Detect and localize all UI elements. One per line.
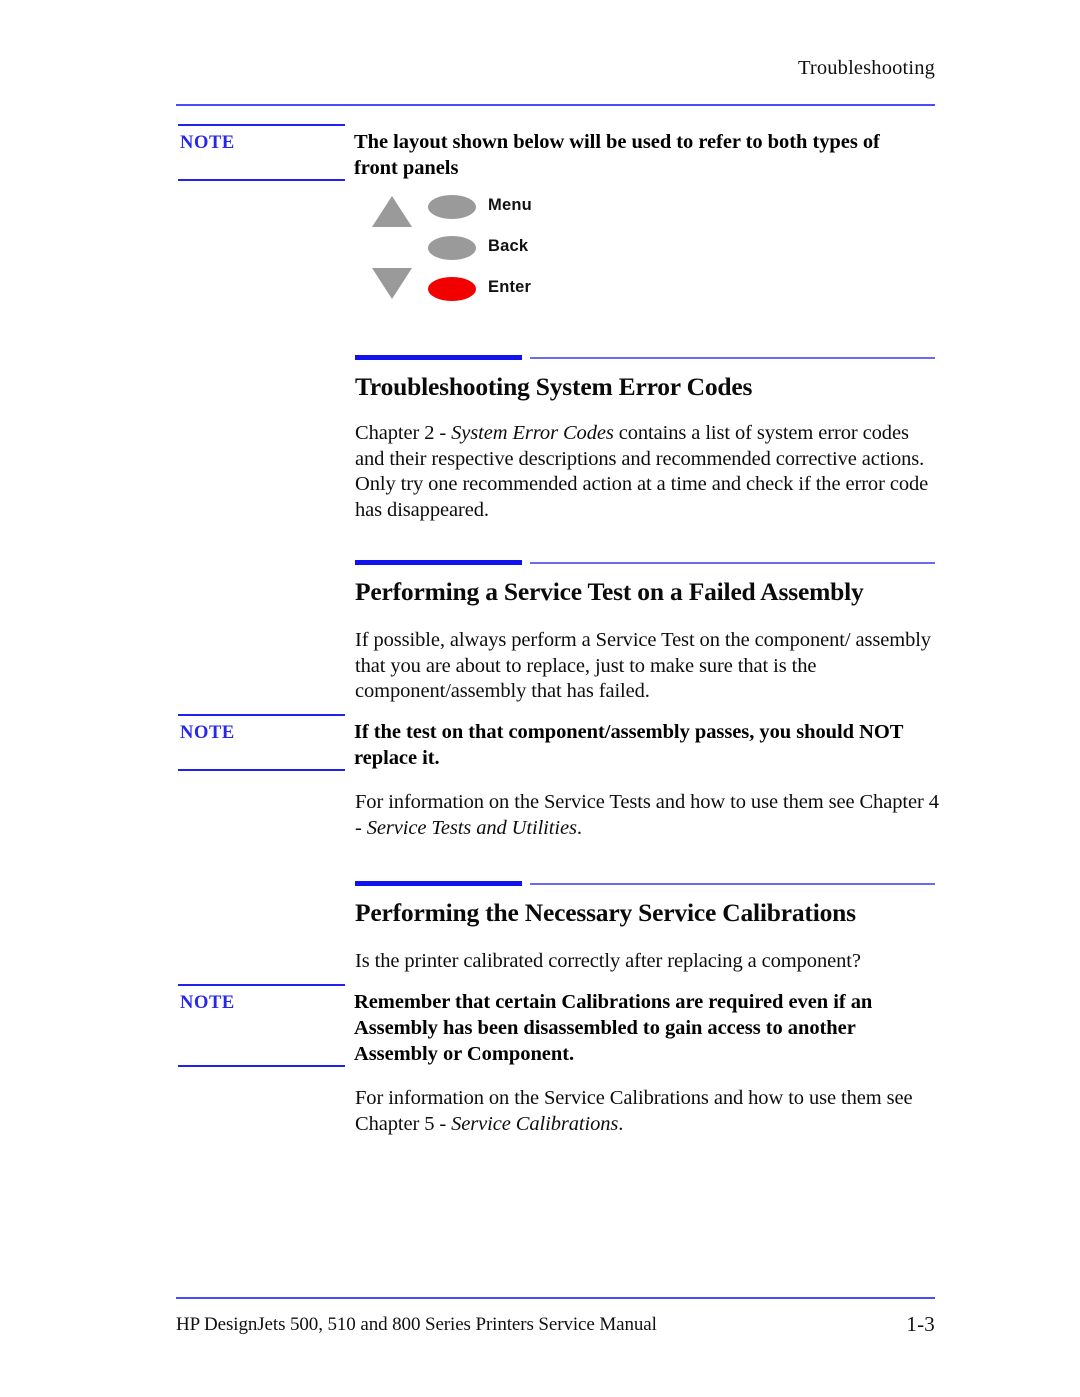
note-top-rule bbox=[178, 124, 345, 126]
section-title: Performing a Service Test on a Failed As… bbox=[355, 577, 864, 606]
followup-italic-ref: Service Tests and Utilities bbox=[366, 816, 577, 839]
note-top-rule bbox=[178, 714, 345, 716]
section-title: Troubleshooting System Error Codes bbox=[355, 372, 753, 401]
note-block-2: NOTE If the test on that component/assem… bbox=[178, 714, 938, 776]
note-label: NOTE bbox=[180, 133, 235, 153]
section-2-followup: For information on the Service Tests and… bbox=[355, 790, 940, 841]
section-2-paragraph: If possible, always perform a Service Te… bbox=[355, 629, 931, 703]
note-body-line-2: Assembly has been disassembled to gain a… bbox=[354, 1017, 856, 1039]
followup-rest: . bbox=[618, 1112, 624, 1135]
section-title: Performing the Necessary Service Calibra… bbox=[355, 898, 856, 927]
footer-page-number: 1-3 bbox=[906, 1312, 935, 1336]
section-rule-thick bbox=[355, 355, 522, 360]
note-top-rule bbox=[178, 984, 345, 986]
back-button-shape bbox=[428, 236, 476, 260]
note-bottom-rule bbox=[178, 1065, 345, 1067]
triangle-down-icon bbox=[372, 268, 412, 299]
header-divider bbox=[176, 104, 935, 106]
followup-italic-ref: Service Calibrations bbox=[451, 1112, 619, 1135]
note-body: Remember that certain Calibrations are r… bbox=[354, 989, 934, 1067]
back-button-label: Back bbox=[488, 237, 529, 255]
menu-button-shape bbox=[428, 195, 476, 219]
section-rule-thick bbox=[355, 881, 522, 886]
note-body-line-2: front panels bbox=[354, 157, 459, 179]
section-rule-thin bbox=[530, 562, 935, 564]
note-body-line-3: Assembly or Component. bbox=[354, 1043, 575, 1065]
section-rule-thick bbox=[355, 560, 522, 565]
paragraph-lead: Chapter 2 - bbox=[355, 422, 452, 444]
section-1-paragraph: Chapter 2 - System Error Codes contains … bbox=[355, 421, 940, 523]
note-block-3: NOTE Remember that certain Calibrations … bbox=[178, 984, 938, 1072]
note-body-line-1: If the test on that component/assembly p… bbox=[354, 721, 904, 743]
followup-lead: For information on the Service Calibrati… bbox=[355, 1087, 913, 1135]
note-bottom-rule bbox=[178, 179, 345, 181]
note-body-line-2: replace it. bbox=[354, 747, 440, 769]
note-label: NOTE bbox=[180, 993, 235, 1013]
section-3-followup: For information on the Service Calibrati… bbox=[355, 1086, 940, 1137]
front-panel-diagram: Menu Back Enter bbox=[362, 188, 582, 313]
menu-button-label: Menu bbox=[488, 196, 532, 214]
note-block-1: NOTE The layout shown below will be used… bbox=[178, 124, 938, 186]
paragraph-italic-ref: System Error Codes bbox=[451, 422, 614, 444]
enter-button-shape bbox=[428, 277, 476, 301]
footer-divider bbox=[176, 1297, 935, 1299]
note-body-line-1: Remember that certain Calibrations are r… bbox=[354, 991, 873, 1013]
triangle-up-icon bbox=[372, 196, 412, 227]
note-body: The layout shown below will be used to r… bbox=[354, 129, 934, 181]
note-bottom-rule bbox=[178, 769, 345, 771]
section-rule-thin bbox=[530, 883, 935, 885]
running-header: Troubleshooting bbox=[797, 57, 935, 79]
note-body: If the test on that component/assembly p… bbox=[354, 719, 934, 771]
followup-rest: . bbox=[576, 816, 582, 839]
document-page: Troubleshooting NOTE The layout shown be… bbox=[0, 0, 1080, 1397]
section-3-paragraph: Is the printer calibrated correctly afte… bbox=[355, 950, 861, 972]
note-body-line-1: The layout shown below will be used to r… bbox=[354, 131, 880, 153]
enter-button-label: Enter bbox=[488, 278, 532, 296]
section-rule-thin bbox=[530, 357, 935, 359]
note-label: NOTE bbox=[180, 723, 235, 743]
